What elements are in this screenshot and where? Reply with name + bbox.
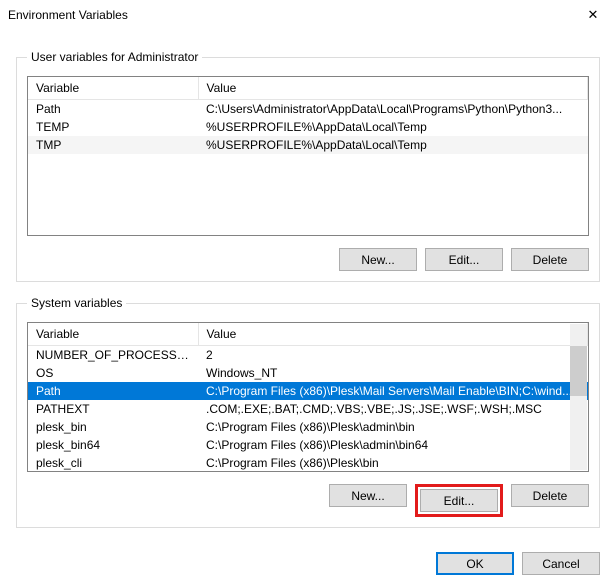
table-row[interactable]: PATHEXT .COM;.EXE;.BAT;.CMD;.VBS;.VBE;.J…: [28, 400, 588, 418]
dialog-buttons: OK Cancel: [0, 538, 616, 575]
delete-button[interactable]: Delete: [511, 484, 589, 507]
table-row[interactable]: OS Windows_NT: [28, 364, 588, 382]
table-row[interactable]: plesk_bin64 C:\Program Files (x86)\Plesk…: [28, 436, 588, 454]
table-row[interactable]: Path C:\Users\Administrator\AppData\Loca…: [28, 100, 588, 119]
window-title: Environment Variables: [8, 8, 570, 22]
scrollbar[interactable]: [570, 324, 587, 470]
table-row[interactable]: plesk_bin C:\Program Files (x86)\Plesk\a…: [28, 418, 588, 436]
system-buttons: New... Edit... Delete: [27, 484, 589, 517]
table-row[interactable]: TMP %USERPROFILE%\AppData\Local\Temp: [28, 136, 588, 154]
system-variables-group: System variables Variable Value NUMBER_O…: [16, 296, 600, 528]
user-col-variable[interactable]: Variable: [28, 77, 198, 100]
edit-button-highlight: Edit...: [415, 484, 503, 517]
table-row[interactable]: NUMBER_OF_PROCESSORS 2: [28, 346, 588, 365]
table-row-selected[interactable]: Path C:\Program Files (x86)\Plesk\Mail S…: [28, 382, 588, 400]
user-variables-group: User variables for Administrator Variabl…: [16, 50, 600, 282]
user-group-legend: User variables for Administrator: [27, 50, 202, 64]
system-col-variable[interactable]: Variable: [28, 323, 198, 346]
system-variables-table[interactable]: Variable Value NUMBER_OF_PROCESSORS 2 OS…: [27, 322, 589, 472]
titlebar: Environment Variables ✕: [0, 0, 616, 30]
dialog-content: User variables for Administrator Variabl…: [0, 30, 616, 538]
ok-button[interactable]: OK: [436, 552, 514, 575]
user-variables-table[interactable]: Variable Value Path C:\Users\Administrat…: [27, 76, 589, 236]
system-group-legend: System variables: [27, 296, 126, 310]
cancel-button[interactable]: Cancel: [522, 552, 600, 575]
delete-button[interactable]: Delete: [511, 248, 589, 271]
user-buttons: New... Edit... Delete: [27, 248, 589, 271]
table-row[interactable]: TEMP %USERPROFILE%\AppData\Local\Temp: [28, 118, 588, 136]
close-icon[interactable]: ✕: [570, 0, 616, 30]
edit-button[interactable]: Edit...: [420, 489, 498, 512]
scrollbar-thumb[interactable]: [570, 346, 587, 396]
system-col-value[interactable]: Value: [198, 323, 588, 346]
edit-button[interactable]: Edit...: [425, 248, 503, 271]
new-button[interactable]: New...: [339, 248, 417, 271]
user-col-value[interactable]: Value: [198, 77, 588, 100]
table-row[interactable]: plesk_cli C:\Program Files (x86)\Plesk\b…: [28, 454, 588, 472]
new-button[interactable]: New...: [329, 484, 407, 507]
